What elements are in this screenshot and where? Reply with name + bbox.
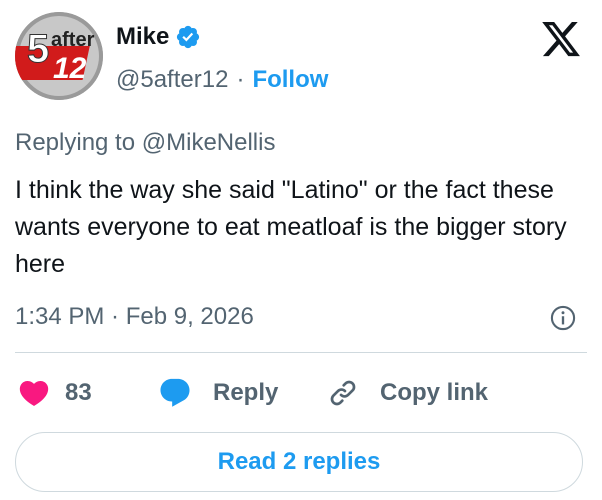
reply-label: Reply xyxy=(213,379,279,406)
copy-link-label: Copy link xyxy=(380,379,489,406)
copy-link-button[interactable]: Copy link xyxy=(326,376,488,410)
replying-prefix: Replying to xyxy=(15,129,136,156)
like-button[interactable]: 83 xyxy=(17,376,92,410)
read-replies-button[interactable]: Read 2 replies xyxy=(15,432,583,492)
read-replies-label: Read 2 replies xyxy=(217,448,381,475)
author-name[interactable]: Mike xyxy=(116,22,169,52)
handle-separator: · xyxy=(236,66,245,93)
like-count: 83 xyxy=(65,379,92,406)
author-handle[interactable]: @5after12 xyxy=(116,65,228,95)
replying-to-line: Replying to @MikeNellis xyxy=(15,127,275,159)
avatar-five: 5 xyxy=(27,27,49,71)
tweet-timestamp[interactable]: 1:34 PM · Feb 9, 2026 xyxy=(15,301,254,333)
avatar[interactable]: 5 after 12 xyxy=(15,12,103,100)
embedded-tweet-card: 5 after 12 Mike @5after12 · Follow Reply… xyxy=(0,0,602,500)
replying-to-mention[interactable]: @MikeNellis xyxy=(142,129,276,156)
link-icon xyxy=(330,380,356,406)
info-icon[interactable] xyxy=(549,304,577,332)
reply-bubble-icon xyxy=(160,378,190,407)
tweet-text: I think the way she said "Latino" or the… xyxy=(15,176,567,278)
verified-badge-icon xyxy=(175,24,201,50)
x-logo-icon[interactable] xyxy=(540,18,582,60)
avatar-logo-image: 5 after 12 xyxy=(15,12,103,100)
avatar-twelve: 12 xyxy=(53,52,87,85)
divider xyxy=(15,352,587,353)
author-handle-row: @5after12 · Follow xyxy=(116,65,328,95)
avatar-after: after xyxy=(51,29,95,51)
reply-button[interactable]: Reply xyxy=(157,376,278,410)
heart-icon xyxy=(19,380,49,406)
author-name-row: Mike xyxy=(116,22,201,52)
follow-link[interactable]: Follow xyxy=(252,65,328,95)
